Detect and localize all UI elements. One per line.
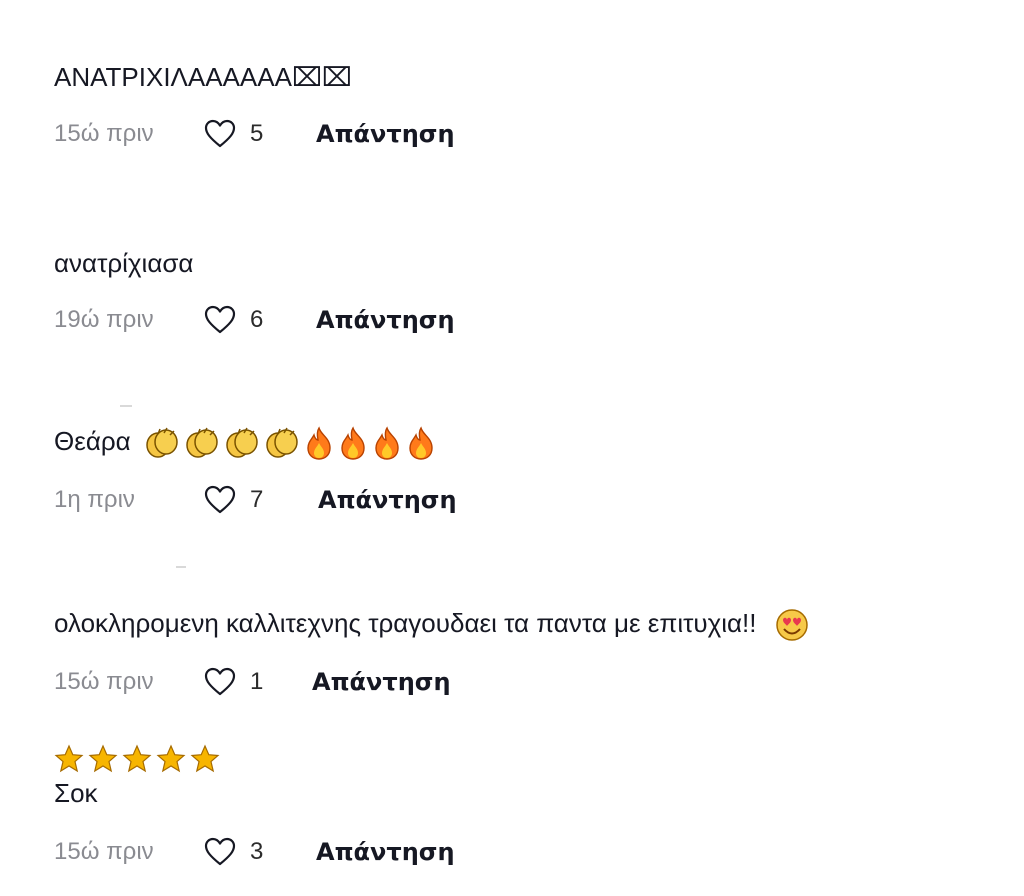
like-button[interactable]: 3 <box>204 837 316 867</box>
fire-icon <box>409 426 433 460</box>
comment-timestamp: 15ώ πριν <box>54 668 154 696</box>
clapping-hands-icon <box>226 427 258 458</box>
like-button[interactable]: 5 <box>204 119 316 149</box>
fire-icon <box>307 426 331 460</box>
comment-text: ανατρίχιασα <box>54 248 194 278</box>
star-icon <box>88 744 118 773</box>
like-button[interactable]: 7 <box>204 485 318 515</box>
heart-icon <box>204 119 236 148</box>
comment-text: Θεάρα <box>54 424 1004 460</box>
like-count: 5 <box>250 120 264 147</box>
emoji-row <box>144 426 436 460</box>
comment-meta: 1η πριν 7 Απάντηση <box>54 480 1004 520</box>
clapping-hands-icon <box>266 427 298 458</box>
like-count: 3 <box>250 838 264 865</box>
reply-button[interactable]: Απάντηση <box>318 486 457 514</box>
comment-timestamp: 19ώ πριν <box>54 306 154 333</box>
heart-icon <box>204 486 236 514</box>
like-button[interactable]: 6 <box>204 305 316 335</box>
comment-item: ολοκληρομενη καλλιτεχνης τραγουδαει τα π… <box>54 606 1004 702</box>
star-icon <box>156 744 186 773</box>
smiling-face-with-heart-eyes-icon <box>775 609 808 641</box>
fire-icon <box>341 426 365 460</box>
divider-mark <box>176 566 186 568</box>
comment-text: Σοκ <box>54 778 98 808</box>
heart-icon <box>204 305 236 334</box>
comment-timestamp: 1η πριν <box>54 486 135 514</box>
comment-meta: 15ώ πριν 1 Απάντηση <box>54 662 1004 702</box>
comment-item: ΑΝΑΤΡΙΧΙΛΑΑΑΑΑΑ⌧⌧ 15ώ πριν 5 Απάντηση <box>54 60 1004 154</box>
reply-button[interactable]: Απάντηση <box>312 668 451 696</box>
clapping-hands-icon <box>186 427 218 458</box>
clapping-hands-icon <box>146 427 178 458</box>
comment-meta: 19ώ πριν 6 Απάντηση <box>54 300 1004 340</box>
comment-text-content: Θεάρα <box>54 426 131 456</box>
comment-item: ανατρίχιασα 19ώ πριν 6 Απάντηση <box>54 246 1004 340</box>
comment-timestamp: 15ώ πριν <box>54 838 154 865</box>
star-icon <box>122 744 152 773</box>
fire-icon <box>375 426 399 460</box>
comment-text: ΑΝΑΤΡΙΧΙΛΑΑΑΑΑΑ⌧⌧ <box>54 62 352 92</box>
emoji-row <box>774 608 810 642</box>
reply-button[interactable]: Απάντηση <box>316 306 455 334</box>
star-icon <box>190 744 220 773</box>
stars-row <box>54 742 1004 776</box>
like-button[interactable]: 1 <box>204 667 312 697</box>
heart-icon <box>204 668 236 696</box>
heart-icon <box>204 837 236 866</box>
like-count: 6 <box>250 306 264 333</box>
comment-text: ολοκληρομενη καλλιτεχνης τραγουδαει τα π… <box>54 606 1004 642</box>
like-count: 1 <box>250 668 264 696</box>
comment-text-content: ολοκληρομενη καλλιτεχνης τραγουδαει τα π… <box>54 608 757 638</box>
comment-timestamp: 15ώ πριν <box>54 120 154 147</box>
reply-button[interactable]: Απάντηση <box>316 838 455 866</box>
comment-item: Θεάρα 1η πριν 7 Απάντηση <box>54 424 1004 520</box>
comment-meta: 15ώ πριν 5 Απάντηση <box>54 114 1004 154</box>
star-icon <box>54 744 84 773</box>
comment-meta: 15ώ πριν 3 Απάντηση <box>54 832 1004 872</box>
comment-item: Σοκ 15ώ πριν 3 Απάντηση <box>54 742 1004 872</box>
reply-button[interactable]: Απάντηση <box>316 120 455 148</box>
like-count: 7 <box>250 486 264 514</box>
divider-mark <box>120 405 132 407</box>
